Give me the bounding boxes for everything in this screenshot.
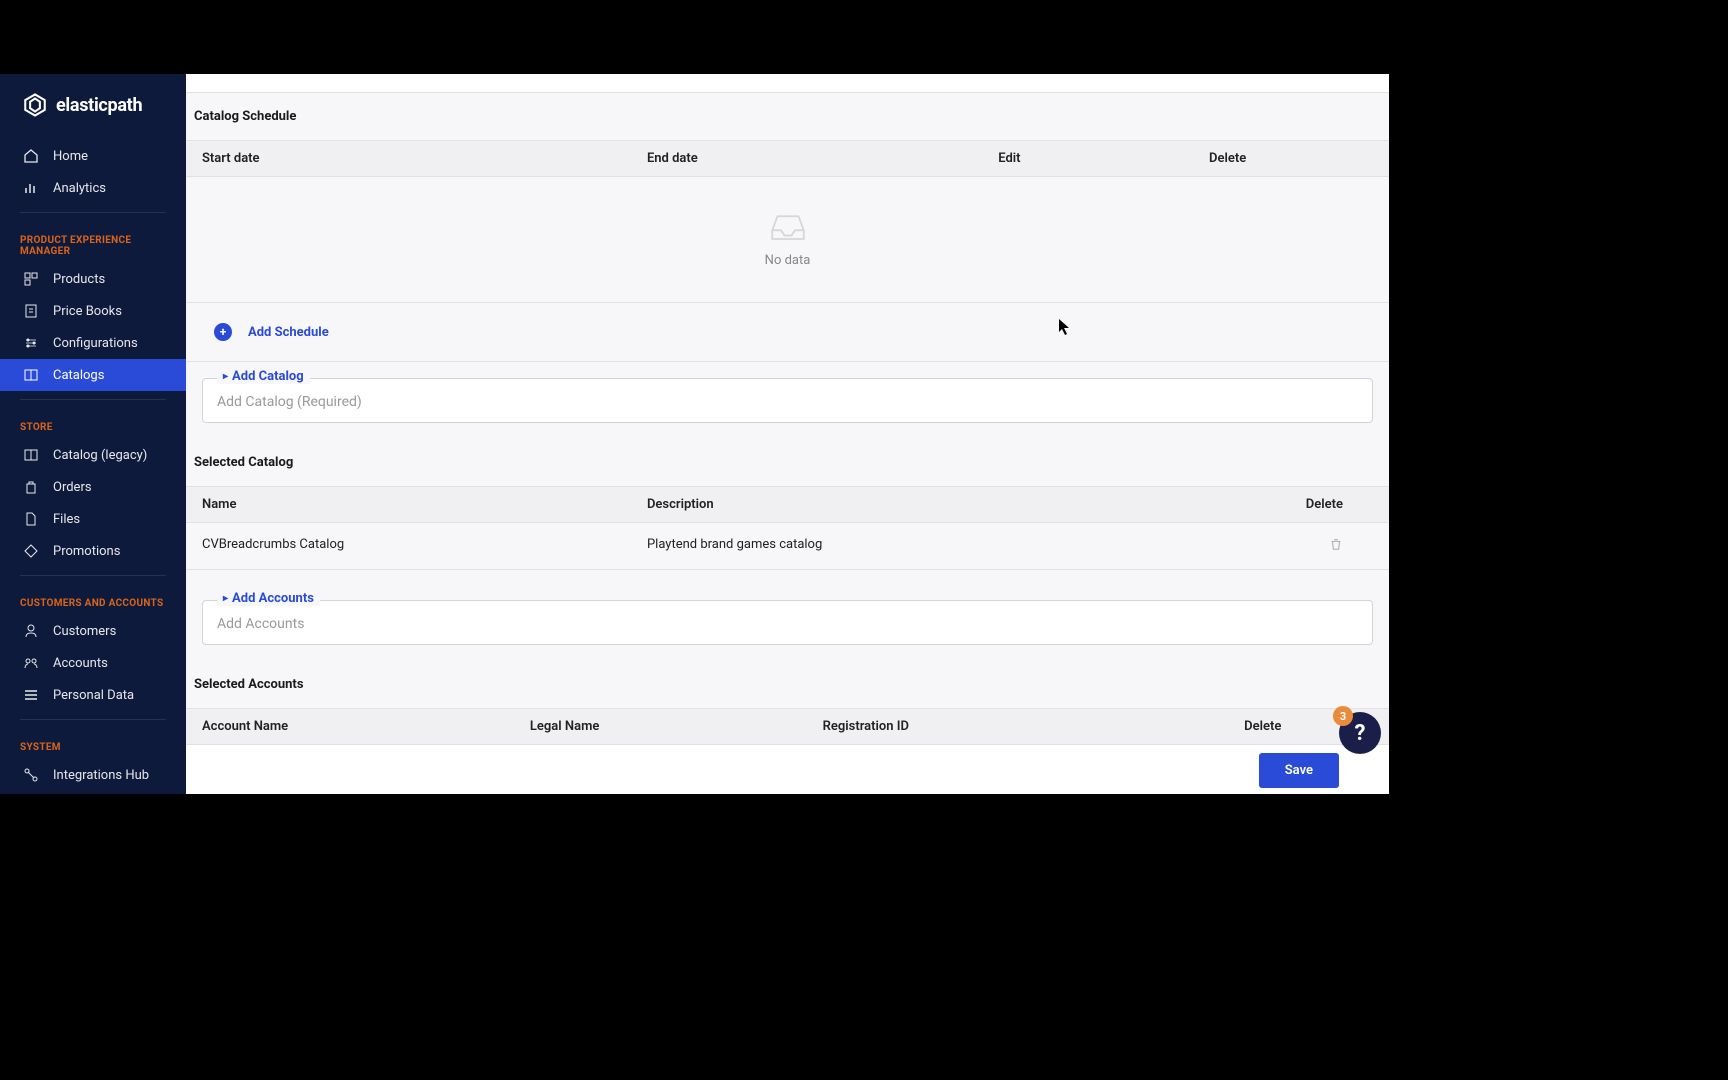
orders-icon <box>23 479 39 495</box>
sidebar-item-label: Analytics <box>53 181 106 196</box>
add-accounts-fieldset: Add Accounts <box>202 600 1373 645</box>
divider <box>20 575 166 576</box>
add-catalog-legend: Add Catalog <box>217 369 310 384</box>
sidebar-item-label: Configurations <box>53 336 138 351</box>
sidebar-section-pem: PRODUCT EXPERIENCE MANAGER <box>0 221 186 263</box>
selected-accounts-title: Selected Accounts <box>186 661 1389 708</box>
sidebar-item-catalog-legacy[interactable]: Catalog (legacy) <box>0 439 186 471</box>
catalog-description: Playtend brand games catalog <box>647 537 1233 555</box>
home-icon <box>23 148 39 164</box>
configurations-icon <box>23 335 39 351</box>
analytics-icon <box>23 180 39 196</box>
sidebar-item-label: Integrations Hub <box>53 768 149 783</box>
inbox-icon <box>767 207 809 243</box>
sidebar-item-label: Home <box>53 149 88 164</box>
sidebar-item-customers[interactable]: Customers <box>0 615 186 647</box>
col-name: Name <box>202 497 647 512</box>
add-schedule-label: Add Schedule <box>248 325 329 340</box>
sidebar-item-analytics[interactable]: Analytics <box>0 172 186 204</box>
add-accounts-input[interactable] <box>217 616 1358 632</box>
products-icon <box>23 271 39 287</box>
promotions-icon <box>23 543 39 559</box>
main-content: Catalog Schedule Start date End date Edi… <box>186 74 1389 794</box>
integrations-icon <box>23 767 39 783</box>
sidebar-item-label: Price Books <box>53 304 122 319</box>
sidebar-item-home[interactable]: Home <box>0 140 186 172</box>
schedule-table-header: Start date End date Edit Delete <box>186 140 1389 177</box>
header-spacer <box>186 74 1389 93</box>
sidebar-item-label: Catalogs <box>53 368 104 383</box>
brand-name: elasticpath <box>56 95 142 116</box>
app-viewport: elasticpath Home Analytics PRODUCT EXPER… <box>0 74 1389 794</box>
col-end-date: End date <box>647 151 998 166</box>
col-legal-name: Legal Name <box>530 719 823 734</box>
trash-icon[interactable] <box>1329 540 1343 555</box>
col-delete: Delete <box>1232 497 1373 512</box>
accounts-table-header: Account Name Legal Name Registration ID … <box>186 708 1389 745</box>
brand-logo: elasticpath <box>0 92 186 140</box>
sidebar-item-orders[interactable]: Orders <box>0 471 186 503</box>
catalog-name: CVBreadcrumbs Catalog <box>202 537 647 555</box>
sidebar: elasticpath Home Analytics PRODUCT EXPER… <box>0 74 186 794</box>
divider <box>20 719 166 720</box>
add-schedule-section: + Add Schedule <box>186 303 1389 362</box>
sidebar-item-configurations[interactable]: Configurations <box>0 327 186 359</box>
col-delete: Delete <box>1209 151 1373 166</box>
help-button[interactable]: 3 ? <box>1339 712 1381 754</box>
add-catalog-fieldset: Add Catalog <box>202 378 1373 423</box>
add-schedule-button[interactable]: + Add Schedule <box>186 303 1389 361</box>
sidebar-item-label: Products <box>53 272 105 287</box>
sidebar-section-customers: CUSTOMERS AND ACCOUNTS <box>0 584 186 615</box>
sidebar-section-store: STORE <box>0 408 186 439</box>
sidebar-section-system: SYSTEM <box>0 728 186 759</box>
catalogs-icon <box>23 367 39 383</box>
sidebar-item-label: Personal Data <box>53 688 134 703</box>
pricebooks-icon <box>23 303 39 319</box>
sidebar-item-label: Promotions <box>53 544 120 559</box>
empty-text: No data <box>765 253 811 268</box>
logo-icon <box>22 92 48 118</box>
catalog-delete-cell <box>1232 537 1373 555</box>
save-button[interactable]: Save <box>1259 753 1339 788</box>
col-account-name: Account Name <box>202 719 530 734</box>
col-registration-id: Registration ID <box>823 719 1245 734</box>
question-icon: ? <box>1355 721 1366 746</box>
sidebar-item-label: Accounts <box>53 656 108 671</box>
sidebar-item-catalogs[interactable]: Catalogs <box>0 359 186 391</box>
sidebar-item-label: Customers <box>53 624 116 639</box>
catalog-table-row: CVBreadcrumbs Catalog Playtend brand gam… <box>186 523 1389 570</box>
add-accounts-legend: Add Accounts <box>217 591 320 606</box>
catalog-schedule-section: Catalog Schedule Start date End date Edi… <box>186 93 1389 303</box>
schedule-empty-state: No data <box>186 177 1389 302</box>
col-edit: Edit <box>998 151 1209 166</box>
sidebar-item-personal-data[interactable]: Personal Data <box>0 679 186 711</box>
customers-icon <box>23 623 39 639</box>
personal-data-icon <box>23 687 39 703</box>
accounts-empty-area <box>186 745 1389 794</box>
accounts-icon <box>23 655 39 671</box>
divider <box>20 399 166 400</box>
catalog-table-header: Name Description Delete <box>186 486 1389 523</box>
selected-catalog-title: Selected Catalog <box>186 439 1389 486</box>
col-description: Description <box>647 497 1233 512</box>
sidebar-item-label: Orders <box>53 480 92 495</box>
divider <box>20 212 166 213</box>
add-catalog-input[interactable] <box>217 394 1358 410</box>
plus-icon: + <box>214 323 232 341</box>
sidebar-item-files[interactable]: Files <box>0 503 186 535</box>
notification-badge: 3 <box>1333 706 1353 726</box>
section-title: Catalog Schedule <box>186 93 1389 140</box>
sidebar-item-accounts[interactable]: Accounts <box>0 647 186 679</box>
sidebar-item-integrations-hub[interactable]: Integrations Hub <box>0 759 186 791</box>
col-start-date: Start date <box>202 151 647 166</box>
files-icon <box>23 511 39 527</box>
sidebar-item-label: Files <box>53 512 80 527</box>
sidebar-item-products[interactable]: Products <box>0 263 186 295</box>
sidebar-item-promotions[interactable]: Promotions <box>0 535 186 567</box>
sidebar-item-label: Catalog (legacy) <box>53 448 147 463</box>
sidebar-item-pricebooks[interactable]: Price Books <box>0 295 186 327</box>
catalog-legacy-icon <box>23 447 39 463</box>
